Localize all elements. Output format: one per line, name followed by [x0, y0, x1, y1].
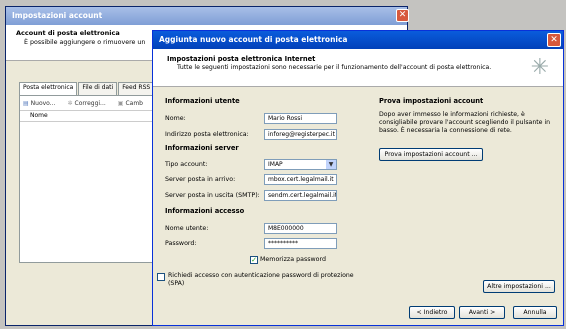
next-button[interactable]: Avanti > [459, 306, 505, 319]
repair-icon: ✲ [67, 99, 73, 107]
tab-rss-feeds[interactable]: Feed RSS [118, 82, 155, 95]
chevron-down-icon[interactable]: ▼ [326, 160, 336, 169]
account-type-label: Tipo account: [165, 161, 208, 168]
add-account-titlebar: Aggiunta nuovo account di posta elettron… [153, 31, 563, 49]
account-type-value: IMAP [268, 161, 283, 168]
incoming-server-input[interactable]: mbox.cert.legalmail.it [264, 174, 337, 185]
account-settings-titlebar: Impostazioni account ✕ [6, 7, 409, 25]
account-settings-title: Impostazioni account [12, 11, 103, 20]
name-label: Nome: [165, 115, 186, 122]
name-input[interactable]: Mario Rossi [264, 113, 337, 124]
internet-settings-title: Impostazioni posta elettronica Internet [167, 55, 316, 63]
more-settings-button[interactable]: Altre impostazioni ... [483, 280, 555, 293]
password-label: Password: [165, 240, 197, 247]
cursor-sparkle-icon: ✳ [530, 55, 550, 80]
outgoing-server-input[interactable]: sendm.cert.legalmail.it [264, 190, 337, 201]
tab-data-files[interactable]: File di dati [78, 82, 118, 95]
add-account-dialog: Aggiunta nuovo account di posta elettron… [152, 30, 564, 326]
tab-email[interactable]: Posta elettronica [19, 82, 78, 95]
email-label: Indirizzo posta elettronica: [165, 131, 249, 138]
new-icon: ▤ [23, 99, 29, 107]
close-icon[interactable]: ✕ [547, 33, 561, 47]
test-account-button[interactable]: Prova impostazioni account ... [379, 148, 483, 161]
back-button[interactable]: < Indietro [409, 306, 455, 319]
repair-account-button[interactable]: ✲ Correggi... [67, 100, 111, 107]
spa-checkbox[interactable] [157, 273, 165, 281]
account-type-select[interactable]: IMAP ▼ [264, 159, 337, 170]
outgoing-server-label: Server posta in uscita (SMTP): [165, 192, 260, 199]
username-label: Nome utente: [165, 225, 209, 232]
new-account-button[interactable]: ▤ Nuovo... [23, 100, 61, 107]
test-settings-heading: Prova impostazioni account [379, 97, 484, 105]
cancel-button[interactable]: Annulla [513, 306, 557, 319]
username-input[interactable]: M8E000000 [264, 223, 337, 234]
remember-password-checkbox[interactable]: ✓ [250, 256, 258, 264]
change-icon: ▣ [117, 99, 124, 107]
add-account-title: Aggiunta nuovo account di posta elettron… [159, 35, 348, 44]
user-info-heading: Informazioni utente [165, 97, 240, 105]
server-info-heading: Informazioni server [165, 144, 239, 152]
test-settings-description: Dopo aver immesso le informazioni richie… [379, 111, 551, 134]
add-account-header: Impostazioni posta elettronica Internet … [153, 49, 563, 87]
close-icon[interactable]: ✕ [396, 9, 409, 22]
internet-settings-subtitle: Tutte le seguenti impostazioni sono nece… [177, 64, 492, 71]
incoming-server-label: Server posta in arrivo: [165, 176, 236, 183]
access-info-heading: Informazioni accesso [165, 207, 245, 215]
account-tabs: Posta elettronica File di dati Feed RSS [19, 82, 155, 95]
change-account-button[interactable]: ▣ Camb [118, 100, 149, 107]
email-input[interactable]: inforeg@registerpec.it [264, 129, 337, 140]
password-input[interactable]: ********** [264, 238, 337, 249]
remember-password-label: Memorizza password [260, 256, 326, 263]
spa-label: Richiedi accesso con autenticazione pass… [168, 272, 354, 287]
